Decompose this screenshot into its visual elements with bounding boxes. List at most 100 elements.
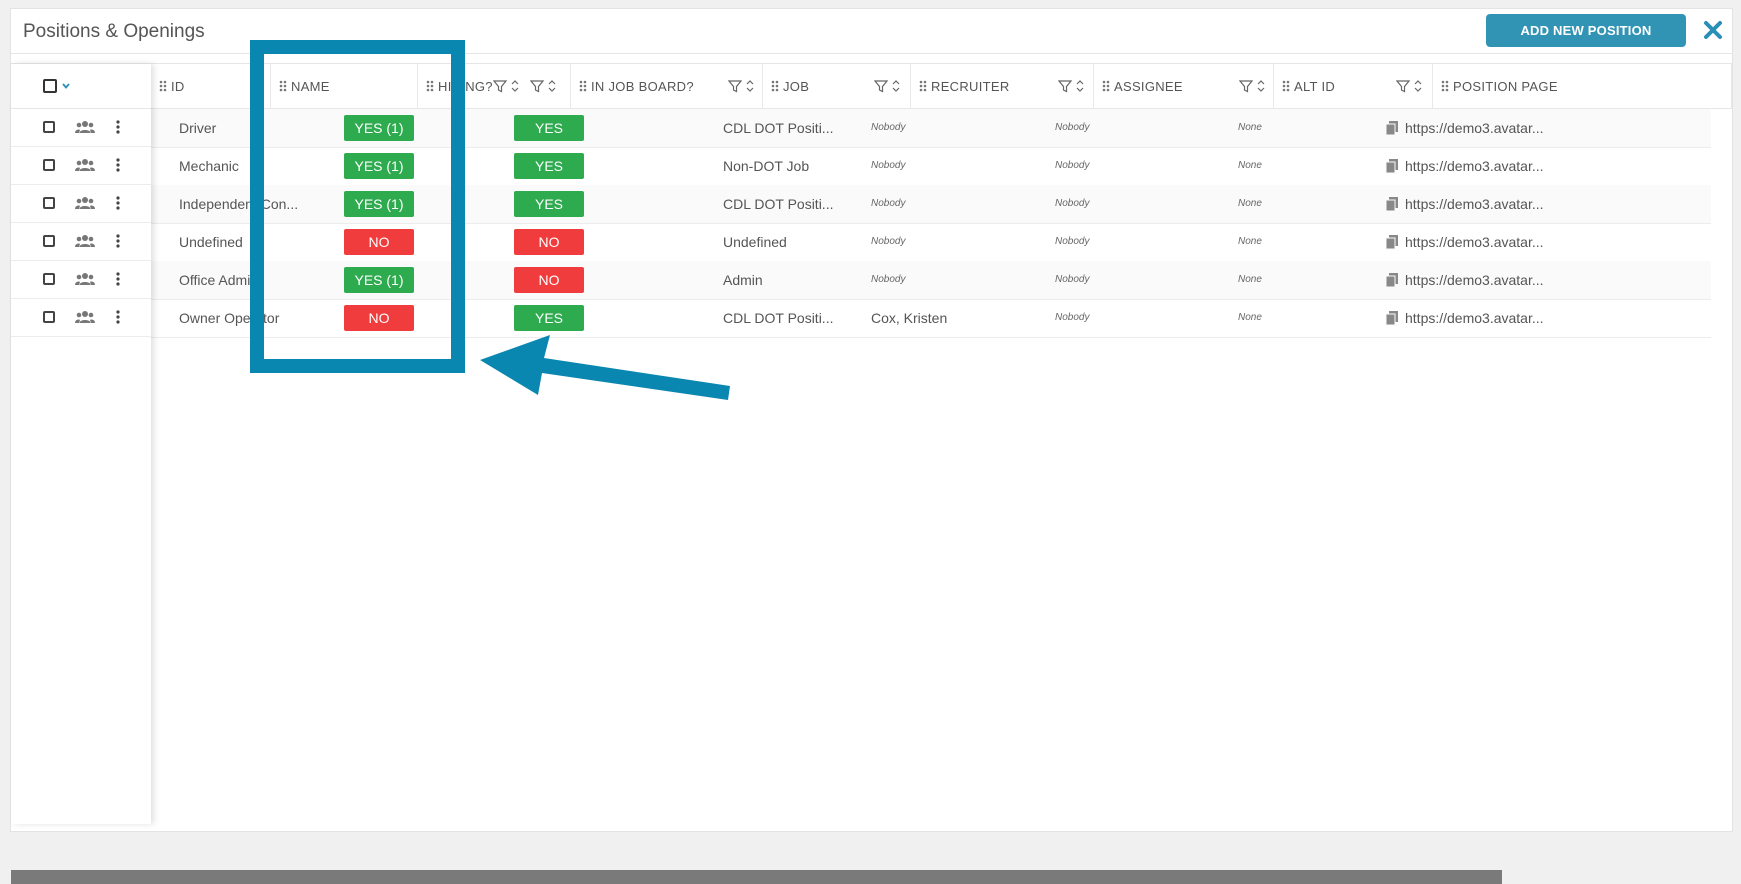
copy-icon[interactable]: [1385, 234, 1399, 250]
people-icon[interactable]: [75, 157, 95, 173]
column-header-alt-id[interactable]: ALT ID: [1274, 64, 1433, 108]
column-header-label: ID: [171, 79, 185, 94]
row-actions-header: [11, 64, 151, 109]
row-checkbox[interactable]: [43, 235, 55, 247]
job-board-status-badge: YES: [514, 153, 584, 179]
sort-icon[interactable]: [1413, 79, 1423, 93]
cell-alt-id: None: [1238, 160, 1262, 171]
people-icon[interactable]: [75, 271, 95, 287]
position-page-link[interactable]: https://demo3.avatar...: [1405, 299, 1555, 337]
people-icon[interactable]: [75, 195, 95, 211]
more-options-icon[interactable]: [115, 233, 121, 249]
more-options-icon[interactable]: [115, 119, 121, 135]
add-new-position-button[interactable]: ADD NEW POSITION: [1486, 14, 1686, 47]
column-header-job[interactable]: JOB: [763, 64, 911, 108]
job-board-status-badge: YES: [514, 305, 584, 331]
people-icon[interactable]: [75, 233, 95, 249]
column-header-label: ASSIGNEE: [1114, 79, 1183, 94]
cell-assignee: Nobody: [1055, 160, 1090, 171]
filter-icon[interactable]: [874, 79, 888, 93]
job-board-status-badge: YES: [514, 115, 584, 141]
filter-icon[interactable]: [530, 79, 544, 93]
cell-alt-id: None: [1238, 236, 1262, 247]
drag-handle-icon[interactable]: [579, 80, 587, 92]
row-actions: [11, 222, 151, 261]
copy-icon[interactable]: [1385, 310, 1399, 326]
position-page-link[interactable]: https://demo3.avatar...: [1405, 261, 1555, 299]
cell-assignee: Nobody: [1055, 236, 1090, 247]
copy-icon[interactable]: [1385, 120, 1399, 136]
sort-icon[interactable]: [745, 79, 755, 93]
filter-icon[interactable]: [1396, 79, 1410, 93]
cell-alt-id: None: [1238, 274, 1262, 285]
drag-handle-icon[interactable]: [1282, 80, 1290, 92]
column-header-label: POSITION PAGE: [1453, 79, 1558, 94]
drag-handle-icon[interactable]: [1441, 80, 1449, 92]
cell-assignee: Nobody: [1055, 198, 1090, 209]
job-board-status-badge: NO: [514, 229, 584, 255]
copy-icon[interactable]: [1385, 158, 1399, 174]
cell-assignee: Nobody: [1055, 312, 1090, 323]
row-checkbox[interactable]: [43, 311, 55, 323]
row-actions: [11, 260, 151, 299]
filter-icon[interactable]: [1058, 79, 1072, 93]
chevron-down-icon[interactable]: [61, 81, 71, 91]
cell-job: Admin: [723, 272, 763, 288]
copy-icon[interactable]: [1385, 196, 1399, 212]
horizontal-scrollbar[interactable]: [11, 870, 1502, 884]
row-actions-column: [11, 64, 151, 824]
cell-assignee: Nobody: [1055, 274, 1090, 285]
column-header-position-page[interactable]: POSITION PAGE: [1433, 64, 1732, 108]
row-actions: [11, 298, 151, 337]
sort-icon[interactable]: [1075, 79, 1085, 93]
copy-icon[interactable]: [1385, 272, 1399, 288]
sort-icon[interactable]: [547, 79, 557, 93]
cell-job: CDL DOT Positi...: [723, 310, 834, 326]
cell-alt-id: None: [1238, 198, 1262, 209]
column-header-assignee[interactable]: ASSIGNEE: [1094, 64, 1274, 108]
job-board-status-badge: NO: [514, 267, 584, 293]
cell-recruiter: Nobody: [871, 274, 906, 285]
people-icon[interactable]: [75, 119, 95, 135]
more-options-icon[interactable]: [115, 309, 121, 325]
position-page-link[interactable]: https://demo3.avatar...: [1405, 147, 1555, 185]
more-options-icon[interactable]: [115, 271, 121, 287]
drag-handle-icon[interactable]: [771, 80, 779, 92]
column-header-job-board[interactable]: IN JOB BOARD?: [571, 64, 763, 108]
column-header-recruiter[interactable]: RECRUITER: [911, 64, 1094, 108]
sort-icon[interactable]: [1256, 79, 1266, 93]
close-icon[interactable]: [1701, 18, 1725, 42]
row-checkbox[interactable]: [43, 273, 55, 285]
cell-job: Undefined: [723, 234, 787, 250]
position-page-link[interactable]: https://demo3.avatar...: [1405, 109, 1555, 147]
select-all-checkbox[interactable]: [43, 79, 57, 93]
column-header-label: JOB: [783, 79, 810, 94]
people-icon[interactable]: [75, 309, 95, 325]
column-header-label: IN JOB BOARD?: [591, 79, 694, 94]
sort-icon[interactable]: [891, 79, 901, 93]
row-checkbox[interactable]: [43, 121, 55, 133]
cell-recruiter: Cox, Kristen: [871, 310, 948, 326]
drag-handle-icon[interactable]: [1102, 80, 1110, 92]
filter-icon[interactable]: [728, 79, 742, 93]
row-actions: [11, 108, 151, 147]
drag-handle-icon[interactable]: [919, 80, 927, 92]
position-page-link[interactable]: https://demo3.avatar...: [1405, 185, 1555, 223]
drag-handle-icon[interactable]: [159, 80, 167, 92]
row-actions: [11, 146, 151, 185]
cell-recruiter: Nobody: [871, 198, 906, 209]
job-board-status-badge: YES: [514, 191, 584, 217]
filter-icon[interactable]: [1239, 79, 1253, 93]
more-options-icon[interactable]: [115, 195, 121, 211]
cell-recruiter: Nobody: [871, 236, 906, 247]
row-checkbox[interactable]: [43, 197, 55, 209]
cell-recruiter: Nobody: [871, 122, 906, 133]
cell-job: Non-DOT Job: [723, 158, 810, 174]
column-header-label: RECRUITER: [931, 79, 1010, 94]
cell-assignee: Nobody: [1055, 122, 1090, 133]
more-options-icon[interactable]: [115, 157, 121, 173]
cell-alt-id: None: [1238, 312, 1262, 323]
position-page-link[interactable]: https://demo3.avatar...: [1405, 223, 1555, 261]
name-column-highlight: [250, 40, 465, 373]
row-checkbox[interactable]: [43, 159, 55, 171]
